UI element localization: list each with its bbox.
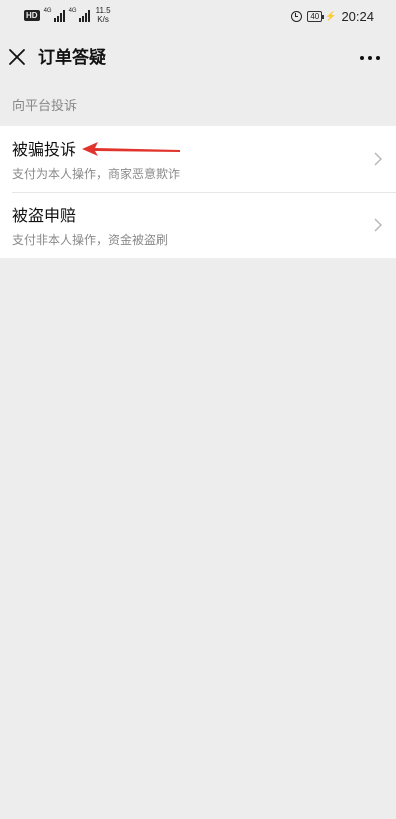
chevron-right-icon [374,152,382,166]
page-title: 订单答疑 [38,48,106,68]
list-item-fraud-complaint[interactable]: 被骗投诉 支付为本人操作，商家恶意欺诈 [0,126,396,192]
close-icon[interactable] [8,48,26,66]
section-header: 向平台投诉 [0,82,396,126]
chevron-right-icon [374,218,382,232]
signal-sim1-icon: 4G [44,8,65,22]
status-right: 40 ⚡ 20:24 [291,9,374,24]
signal-sim2-icon: 4G [69,8,90,22]
item-title: 被骗投诉 [12,140,77,159]
charging-icon: ⚡ [325,11,337,21]
sim2-network-tag: 4G [68,8,77,14]
status-time: 20:24 [341,9,374,24]
item-subtitle: 支付为本人操作，商家恶意欺诈 [12,167,181,181]
network-speed-unit: K/s [97,15,109,24]
alarm-icon [291,11,303,22]
status-left: HD 4G 4G 11.5 K/s [24,6,111,24]
item-title: 被盗申赔 [12,206,77,225]
list-item-theft-claim[interactable]: 被盗申赔 支付非本人操作，资金被盗刷 [0,192,396,258]
hd-badge: HD [24,10,40,21]
nav-bar: 订单答疑 [0,34,396,82]
more-icon[interactable] [358,48,382,68]
sim1-network-tag: 4G [43,8,52,14]
item-subtitle: 支付非本人操作，资金被盗刷 [12,233,169,247]
status-bar: HD 4G 4G 11.5 K/s 40 ⚡ 20:24 [0,0,396,34]
network-speed-value: 11.5 [95,6,111,15]
network-speed: 11.5 K/s [96,6,111,24]
battery-icon: 40 ⚡ [307,11,336,22]
divider [12,192,396,193]
section-title: 向平台投诉 [12,99,78,114]
battery-level: 40 [307,11,323,22]
complaint-list: 被骗投诉 支付为本人操作，商家恶意欺诈 被盗申赔 支付非本人操作，资金被盗刷 [0,126,396,258]
